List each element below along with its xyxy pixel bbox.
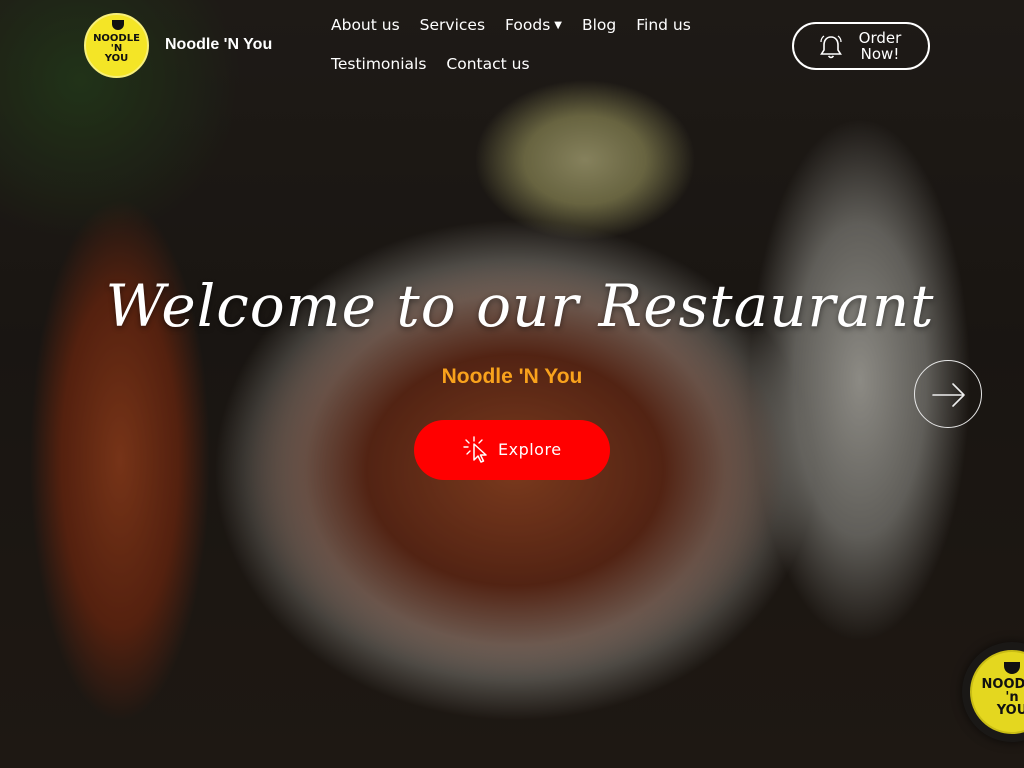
brand-name[interactable]: Noodle 'N You bbox=[165, 36, 272, 54]
caret-down-icon: ▼ bbox=[554, 20, 562, 31]
main-nav: About us Services Foods ▼ Blog Find us Testimo… bbox=[321, 14, 701, 92]
nav-item-testimonials[interactable]: Testimonials bbox=[331, 53, 426, 76]
next-slide-button[interactable] bbox=[914, 360, 982, 428]
nav-item-services[interactable]: Services bbox=[420, 14, 485, 37]
bell-icon bbox=[820, 35, 842, 59]
nav-item-contact[interactable]: Contact us bbox=[446, 53, 529, 76]
nav-item-foods[interactable]: Foods ▼ bbox=[505, 14, 562, 37]
noodle-bowl-icon bbox=[1004, 662, 1020, 674]
corner-logo-text: NOODLE 'n YOU bbox=[981, 677, 1024, 718]
explore-button[interactable]: Explore bbox=[414, 420, 610, 480]
hero-title: Welcome to our Restaurant bbox=[105, 272, 935, 340]
hero-section: NOODLE 'N YOU Noodle 'N You About us Serv… bbox=[0, 0, 1024, 768]
noodle-bowl-icon bbox=[112, 20, 124, 30]
nav-item-blog[interactable]: Blog bbox=[582, 14, 616, 37]
nav-item-about[interactable]: About us bbox=[331, 14, 400, 37]
arrow-right-icon bbox=[932, 383, 965, 407]
corner-logo-inner: NOODLE 'n YOU bbox=[970, 650, 1024, 734]
nav-item-find-us[interactable]: Find us bbox=[636, 14, 691, 37]
cursor-click-icon bbox=[463, 436, 487, 463]
nav-item-foods-label: Foods bbox=[505, 16, 551, 34]
order-now-label: Order Now! bbox=[858, 29, 902, 63]
explore-label: Explore bbox=[498, 440, 562, 459]
site-logo[interactable]: NOODLE 'N YOU bbox=[84, 13, 149, 78]
order-now-button[interactable]: Order Now! bbox=[792, 22, 930, 70]
hero-subtitle: Noodle 'N You bbox=[441, 365, 583, 388]
logo-text: NOODLE 'N YOU bbox=[93, 33, 140, 64]
